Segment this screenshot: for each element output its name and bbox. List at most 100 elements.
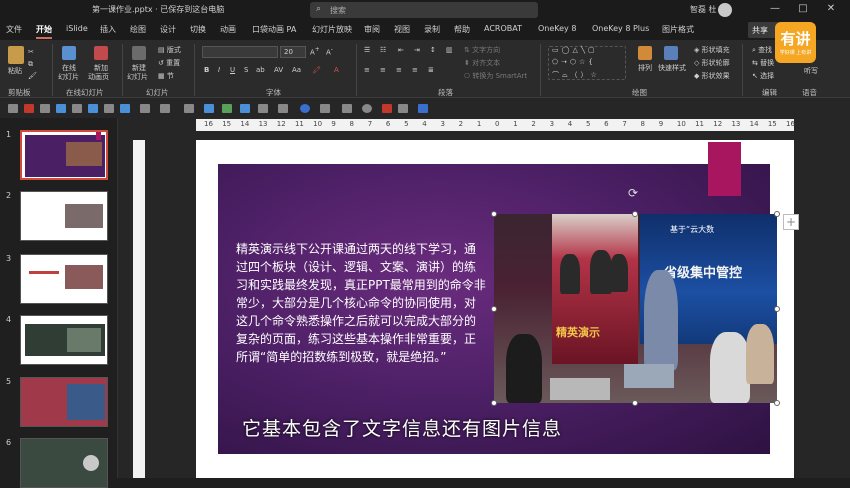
bookmark-shape[interactable] xyxy=(708,142,741,196)
tab-draw[interactable]: 绘图 xyxy=(130,24,146,35)
toolbar-icon[interactable] xyxy=(120,104,130,113)
resize-handle[interactable] xyxy=(632,400,638,406)
text-direction-button[interactable]: ⇅ 文字方向 xyxy=(464,45,500,55)
tab-animations[interactable]: 动画 xyxy=(220,24,236,35)
paste-label[interactable]: 粘贴 xyxy=(8,66,22,76)
toolbar-icon[interactable] xyxy=(362,104,372,113)
minimize-button[interactable]: — xyxy=(768,3,782,14)
quick-styles-icon[interactable] xyxy=(664,46,678,60)
tab-record[interactable]: 录制 xyxy=(424,24,440,35)
tab-slideshow[interactable]: 幻灯片放映 xyxy=(312,24,352,35)
new-slide-label2[interactable]: 幻灯片 xyxy=(127,72,148,82)
tab-help[interactable]: 帮助 xyxy=(454,24,470,35)
slide-thumbnail[interactable] xyxy=(20,191,108,241)
maximize-button[interactable]: □ xyxy=(796,3,810,14)
justify-icon[interactable]: ≡ xyxy=(412,66,418,74)
numbering-icon[interactable]: ☷ xyxy=(380,46,386,54)
slide-thumbnail[interactable] xyxy=(20,315,108,365)
italic-icon[interactable]: I xyxy=(218,66,220,74)
shape-outline-button[interactable]: ◇ 形状轮廓 xyxy=(694,58,730,68)
distribute-icon[interactable]: ≣ xyxy=(428,66,434,74)
tab-file[interactable]: 文件 xyxy=(6,24,22,35)
toolbar-icon[interactable] xyxy=(88,104,98,113)
tab-view[interactable]: 视图 xyxy=(394,24,410,35)
user-name[interactable]: 智磊 杜 xyxy=(690,4,717,15)
tab-pocket-animation[interactable]: 口袋动画 PA xyxy=(252,24,296,35)
decrease-indent-icon[interactable]: ⇤ xyxy=(398,46,404,54)
tab-design[interactable]: 设计 xyxy=(160,24,176,35)
highlight-icon[interactable]: 🖍 xyxy=(312,66,321,74)
columns-icon[interactable]: ▥ xyxy=(446,46,453,54)
toolbar-icon[interactable] xyxy=(222,104,232,113)
toolbar-icon[interactable] xyxy=(300,104,310,113)
align-text-button[interactable]: ⬍ 对齐文本 xyxy=(464,58,500,68)
toolbar-icon[interactable] xyxy=(72,104,82,113)
toolbar-icon[interactable] xyxy=(342,104,352,113)
resize-handle[interactable] xyxy=(491,306,497,312)
reset-button[interactable]: ↺ 重置 xyxy=(158,58,180,68)
strikethrough-icon[interactable]: ab xyxy=(256,66,265,74)
resize-handle[interactable] xyxy=(774,400,780,406)
toolbar-icon[interactable] xyxy=(258,104,268,113)
toolbar-icon[interactable] xyxy=(382,104,392,113)
align-center-icon[interactable]: ≡ xyxy=(380,66,386,74)
arrange-label[interactable]: 排列 xyxy=(638,63,652,73)
toolbar-icon[interactable] xyxy=(320,104,330,113)
increase-font-icon[interactable]: A+ xyxy=(310,47,320,56)
resize-handle[interactable] xyxy=(774,211,780,217)
tab-onekey8[interactable]: OneKey 8 xyxy=(538,24,576,33)
select-button[interactable]: ↖ 选择 xyxy=(752,71,774,81)
search-box[interactable]: ⌕ 搜索 xyxy=(310,2,538,18)
increase-indent-icon[interactable]: ⇥ xyxy=(414,46,420,54)
resize-handle[interactable] xyxy=(491,211,497,217)
new-animation-icon[interactable] xyxy=(94,46,108,60)
toolbar-icon[interactable] xyxy=(24,104,34,113)
slide-thumbnail[interactable] xyxy=(20,438,108,488)
toolbar-icon[interactable] xyxy=(184,104,194,113)
toolbar-icon[interactable] xyxy=(278,104,288,113)
paste-icon[interactable] xyxy=(8,46,24,64)
layout-options-button[interactable]: + xyxy=(783,214,799,230)
replace-button[interactable]: ⇆ 替换 xyxy=(752,58,774,68)
slide-photo[interactable]: 基于“云大数 省级集中管控 精英演示 xyxy=(494,214,777,403)
underline-icon[interactable]: U xyxy=(230,66,235,74)
online-slides-icon[interactable] xyxy=(62,46,76,60)
layout-button[interactable]: ▤ 版式 xyxy=(158,45,181,55)
font-color-icon[interactable]: A xyxy=(334,66,339,74)
toolbar-icon[interactable] xyxy=(8,104,18,113)
find-button[interactable]: ⌕ 查找 xyxy=(752,45,772,55)
tab-review[interactable]: 审阅 xyxy=(364,24,380,35)
tab-onekey8plus[interactable]: OneKey 8 Plus xyxy=(592,24,649,33)
slide-thumbnail[interactable] xyxy=(20,254,108,304)
section-button[interactable]: ▦ 节 xyxy=(158,71,174,81)
toolbar-icon[interactable] xyxy=(204,104,214,113)
tab-transitions[interactable]: 切换 xyxy=(190,24,206,35)
cut-icon[interactable]: ✂ xyxy=(28,48,34,56)
font-name-combo[interactable] xyxy=(202,46,278,58)
smartart-button[interactable]: ⎔ 转换为 SmartArt xyxy=(464,71,527,81)
toolbar-icon[interactable] xyxy=(398,104,408,113)
shape-fill-button[interactable]: ◈ 形状填充 xyxy=(694,45,730,55)
change-case-icon[interactable]: Aa xyxy=(292,66,301,74)
line-spacing-icon[interactable]: ↕ xyxy=(430,46,436,54)
char-spacing-icon[interactable]: AV xyxy=(274,66,283,74)
tab-insert[interactable]: 插入 xyxy=(100,24,116,35)
toolbar-icon[interactable] xyxy=(56,104,66,113)
bullets-icon[interactable]: ☰ xyxy=(364,46,370,54)
shadow-icon[interactable]: S xyxy=(244,66,248,74)
slide-body-text[interactable]: 精英演示线下公开课通过两天的线下学习，通过四个板块（设计、逻辑、文案、演讲）的练… xyxy=(236,240,486,366)
toolbar-icon[interactable] xyxy=(40,104,50,113)
format-painter-icon[interactable]: 🖌 xyxy=(28,72,37,80)
tab-islide[interactable]: iSlide xyxy=(66,24,88,33)
new-slide-icon[interactable] xyxy=(132,46,146,60)
resize-handle[interactable] xyxy=(632,211,638,217)
toolbar-icon[interactable] xyxy=(104,104,114,113)
arrange-icon[interactable] xyxy=(638,46,652,60)
toolbar-icon[interactable] xyxy=(140,104,150,113)
tab-home[interactable]: 开始 xyxy=(36,24,52,39)
toolbar-icon[interactable] xyxy=(160,104,170,113)
close-button[interactable]: ✕ xyxy=(824,3,838,14)
slide-thumbnail[interactable] xyxy=(20,130,108,180)
tab-picture-format[interactable]: 图片格式 xyxy=(662,24,694,35)
align-left-icon[interactable]: ≡ xyxy=(364,66,370,74)
